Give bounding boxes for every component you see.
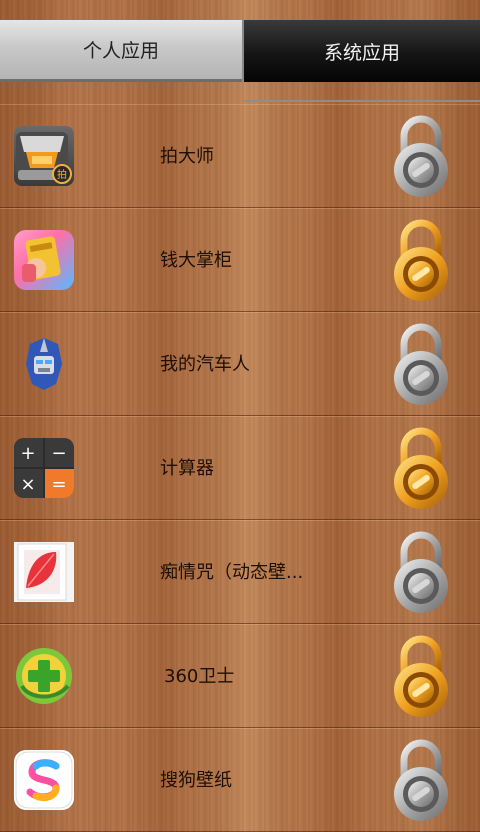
tab-system-apps[interactable]: 系统应用 — [242, 20, 480, 82]
app-name: 拍大师 — [160, 146, 214, 167]
tab-bar: 个人应用 系统应用 — [0, 20, 480, 82]
sogou-app-icon — [14, 750, 74, 810]
lock-toggle[interactable] — [388, 114, 454, 200]
security-app-icon — [14, 646, 74, 706]
svg-text:拍: 拍 — [57, 168, 67, 181]
lock-toggle[interactable] — [388, 322, 454, 408]
app-row[interactable]: 痴情咒（动态壁... — [0, 520, 480, 624]
svg-text:=: = — [51, 474, 66, 495]
lock-toggle[interactable] — [388, 218, 454, 304]
app-row[interactable]: 搜狗壁纸 — [0, 728, 480, 832]
tab-underline — [244, 100, 480, 102]
svg-text:×: × — [20, 474, 35, 495]
robot-app-icon — [14, 334, 74, 394]
app-name: 我的汽车人 — [160, 354, 250, 375]
app-row[interactable]: 我的汽车人 — [0, 312, 480, 416]
lock-toggle[interactable] — [388, 426, 454, 512]
app-name: 360卫士 — [164, 666, 235, 687]
svg-text:+: + — [20, 443, 35, 464]
svg-text:−: − — [51, 443, 66, 464]
app-row[interactable]: + − × = 计算器 — [0, 416, 480, 520]
app-row[interactable]: 拍 拍大师 — [0, 104, 480, 208]
app-name: 搜狗壁纸 — [160, 770, 232, 791]
app-name: 钱大掌柜 — [160, 250, 232, 271]
lock-toggle[interactable] — [388, 530, 454, 616]
app-row[interactable]: 360卫士 — [0, 624, 480, 728]
calculator-app-icon: + − × = — [14, 438, 74, 498]
app-list: 拍 拍大师 钱大掌柜 我的汽车人 + − × = 计算器 痴情咒（动态壁... … — [0, 104, 480, 832]
wallpaper-app-icon — [14, 542, 74, 602]
lock-toggle[interactable] — [388, 738, 454, 824]
lock-toggle[interactable] — [388, 634, 454, 720]
tab-personal-label: 个人应用 — [82, 40, 159, 62]
tab-system-label: 系统应用 — [323, 41, 400, 64]
app-name: 计算器 — [160, 458, 214, 479]
app-row[interactable]: 钱大掌柜 — [0, 208, 480, 312]
camera-app-icon: 拍 — [14, 126, 74, 186]
app-name: 痴情咒（动态壁... — [160, 562, 304, 583]
money-app-icon — [14, 230, 74, 290]
tab-personal-apps[interactable]: 个人应用 — [0, 20, 242, 82]
